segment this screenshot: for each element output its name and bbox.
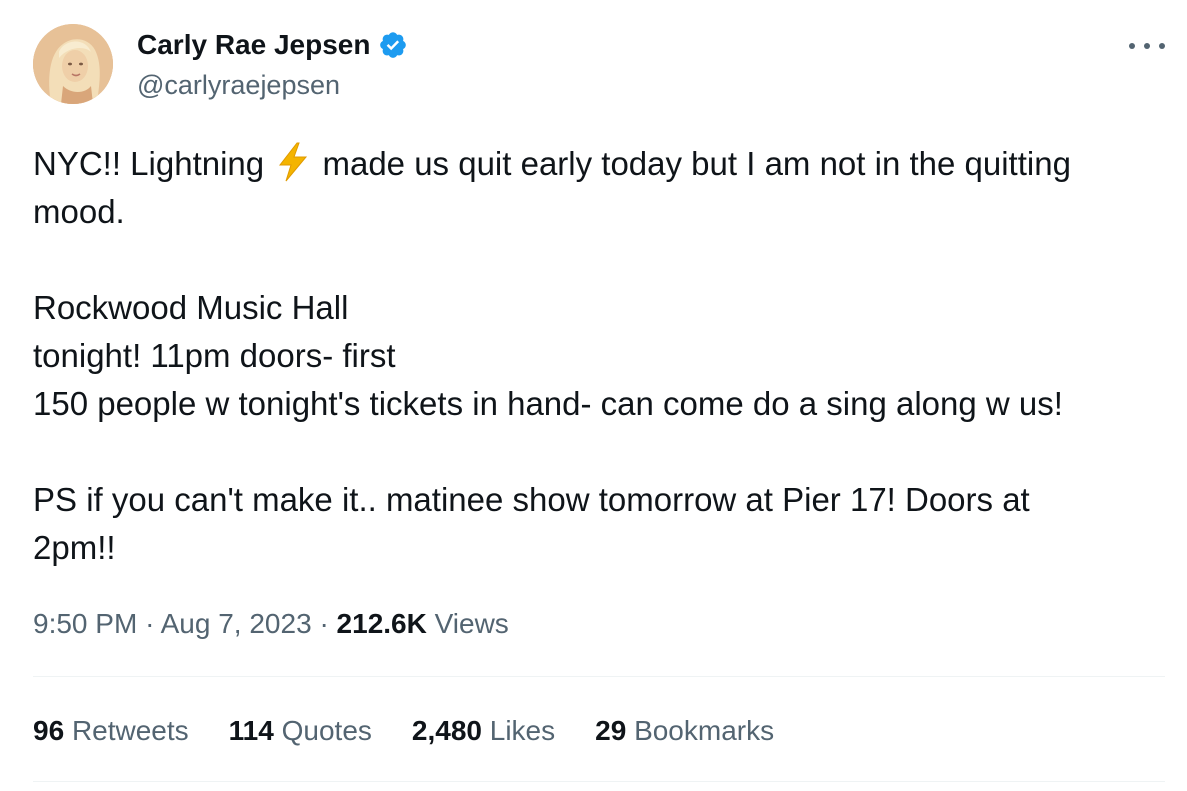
tweet-meta: 9:50 PM · Aug 7, 2023 · 212.6K Views bbox=[33, 604, 509, 644]
tweet-timestamp[interactable]: 9:50 PM · Aug 7, 2023 bbox=[33, 608, 312, 639]
avatar[interactable] bbox=[33, 24, 113, 104]
views-label: Views bbox=[434, 608, 509, 639]
quotes-stat[interactable]: 114 Quotes bbox=[229, 711, 372, 751]
bookmarks-stat[interactable]: 29 Bookmarks bbox=[595, 711, 774, 751]
more-options-icon[interactable] bbox=[1129, 36, 1165, 56]
verified-badge-icon[interactable] bbox=[378, 30, 408, 60]
tweet-paragraph-1: NYC!! Lightning made us quit early today… bbox=[33, 140, 1153, 236]
views[interactable]: 212.6K Views bbox=[337, 608, 509, 639]
avatar-photo-icon bbox=[33, 24, 113, 104]
tweet-text: NYC!! Lightning made us quit early today… bbox=[33, 140, 1153, 572]
views-count: 212.6K bbox=[336, 608, 427, 639]
tweet-text-segment: NYC!! Lightning bbox=[33, 145, 274, 182]
lightning-bolt-icon bbox=[275, 142, 311, 182]
tweet-paragraph-3: PS if you can't make it.. matinee show t… bbox=[33, 481, 1039, 566]
author-name-row: Carly Rae Jepsen bbox=[137, 28, 408, 62]
tweet-stats: 96 Retweets 114 Quotes 2,480 Likes 29 Bo… bbox=[33, 711, 774, 751]
meta-separator: · bbox=[319, 608, 329, 639]
tweet-paragraph-2-line-2: tonight! 11pm doors- first bbox=[33, 337, 396, 374]
author-display-name[interactable]: Carly Rae Jepsen bbox=[137, 28, 370, 62]
divider bbox=[33, 676, 1165, 677]
divider bbox=[33, 781, 1165, 782]
tweet-paragraph-2-line-1: Rockwood Music Hall bbox=[33, 289, 349, 326]
retweets-stat[interactable]: 96 Retweets bbox=[33, 711, 189, 751]
likes-stat[interactable]: 2,480 Likes bbox=[412, 711, 555, 751]
tweet-paragraph-2-line-3: 150 people w tonight's tickets in hand- … bbox=[33, 385, 1063, 422]
author-handle[interactable]: @carlyraejepsen bbox=[137, 68, 340, 102]
tweet-card: Carly Rae Jepsen @carlyraejepsen NYC!! L… bbox=[0, 0, 1187, 791]
